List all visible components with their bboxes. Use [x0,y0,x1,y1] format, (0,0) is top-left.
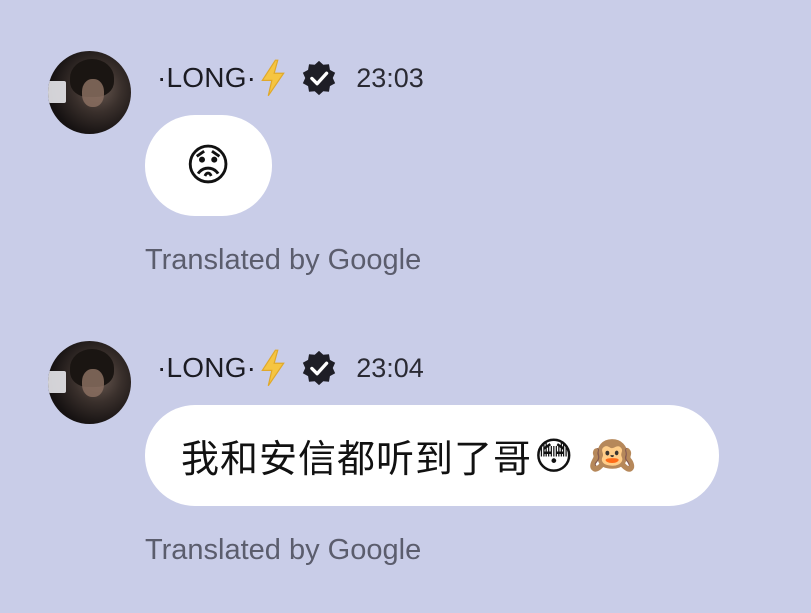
translated-by-google-label[interactable]: Translated by Google [145,534,421,567]
verified-badge-icon [303,60,336,96]
hear-no-evil-monkey-emoji: 🙉 [588,433,637,477]
message-bubble[interactable]: 我和安信都听到了哥 😳 🙉 [145,405,719,506]
sender-name[interactable]: ·LONG· [157,352,256,384]
translated-by-google-label[interactable]: Translated by Google [145,244,421,277]
message-bubble[interactable]: 😟 [145,115,272,216]
avatar[interactable] [48,51,131,134]
message-header: ·LONG· 23:03 [157,58,424,98]
chat-message[interactable]: ·LONG· 23:03 😟 Translated by Google [0,0,811,290]
message-time: 23:04 [356,352,424,383]
lightning-bolt-icon [261,349,286,387]
verified-badge-icon [303,350,336,386]
message-header: ·LONG· 23:04 [157,348,424,388]
message-time: 23:03 [356,62,424,93]
message-emoji: 😟 [185,140,232,191]
flushed-face-emoji: 😳 [534,433,575,478]
lightning-bolt-icon [261,59,286,97]
chat-message[interactable]: ·LONG· 23:04 我和安信都听到了哥 😳 🙉 Translated by… [0,290,811,580]
avatar[interactable] [48,341,131,424]
message-text: 我和安信都听到了哥 [181,437,533,481]
sender-name[interactable]: ·LONG· [157,62,256,94]
